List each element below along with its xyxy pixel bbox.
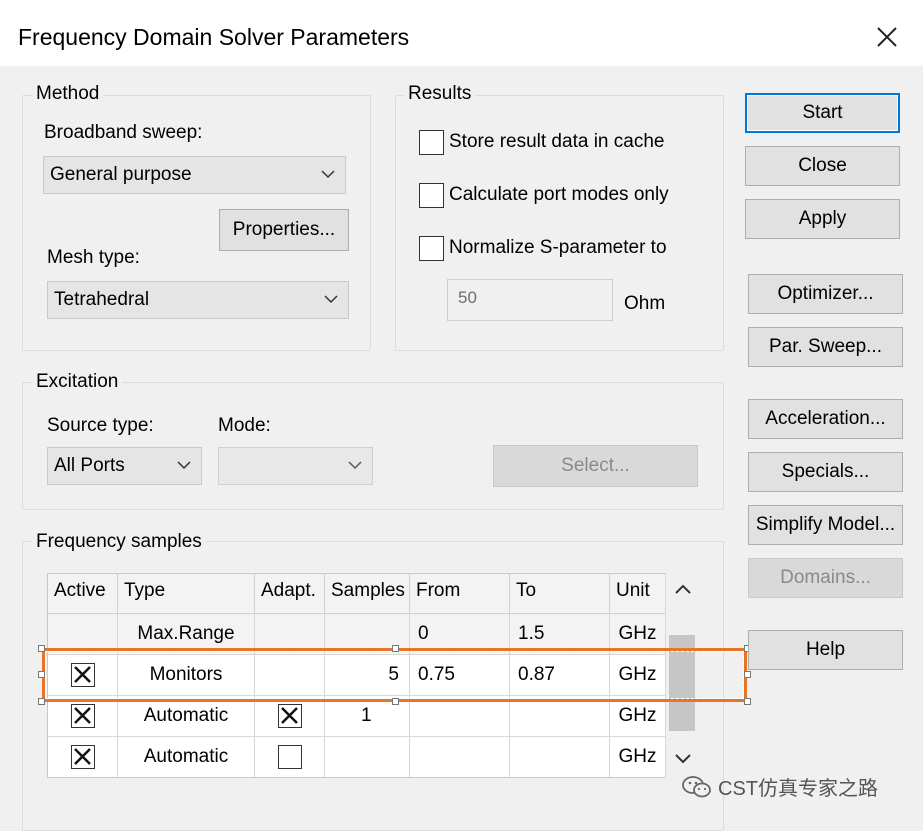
check-x-icon (73, 707, 91, 724)
table-cell-to[interactable]: 0.87 (510, 655, 610, 696)
watermark: CST仿真专家之路 (682, 772, 878, 801)
active-checkbox-checked[interactable] (70, 745, 95, 769)
col-header-unit[interactable]: Unit (610, 574, 666, 614)
col-header-adapt[interactable]: Adapt. (255, 574, 325, 614)
table-cell-to[interactable] (510, 696, 610, 737)
selection-handle (38, 671, 45, 678)
table-cell-unit[interactable]: GHz (610, 655, 666, 696)
optimizer-button[interactable]: Optimizer... (748, 274, 903, 314)
window-title: Frequency Domain Solver Parameters (18, 24, 410, 50)
col-header-active[interactable]: Active (48, 574, 118, 614)
active-checkbox-checked[interactable] (70, 663, 95, 687)
check-x-icon (73, 748, 91, 765)
help-button[interactable]: Help (748, 630, 903, 670)
broadband-sweep-label: Broadband sweep: (44, 122, 203, 143)
selection-handle (392, 645, 399, 652)
store-cache-checkbox[interactable] (419, 130, 444, 155)
chevron-down-icon (321, 170, 335, 179)
selection-handle (744, 671, 751, 678)
par-sweep-button[interactable]: Par. Sweep... (748, 327, 903, 367)
mode-label: Mode: (218, 415, 271, 436)
broadband-sweep-value: General purpose (50, 164, 192, 185)
table-cell-to: 1.5 (510, 614, 610, 655)
scroll-thumb[interactable] (669, 635, 695, 731)
table-cell-from[interactable] (410, 696, 510, 737)
normalize-checkbox[interactable] (419, 236, 444, 261)
chevron-down-icon (348, 461, 362, 470)
mesh-type-value: Tetrahedral (54, 289, 150, 310)
specials-button[interactable]: Specials... (748, 452, 903, 492)
table-cell-active[interactable] (48, 737, 118, 777)
results-group-label: Results (404, 83, 476, 105)
adapt-checkbox-unchecked[interactable] (277, 745, 302, 769)
table-cell-active[interactable] (48, 696, 118, 737)
table-cell-adapt[interactable] (255, 696, 325, 737)
chevron-down-icon (177, 461, 191, 470)
check-x-icon (280, 707, 298, 724)
table-cell-from[interactable] (410, 737, 510, 777)
table-cell-unit[interactable]: GHz (610, 696, 666, 737)
mode-select[interactable] (218, 447, 373, 485)
table-cell-samples[interactable]: 5 (325, 655, 410, 696)
table-cell-unit: GHz (610, 614, 666, 655)
apply-button[interactable]: Apply (745, 199, 900, 239)
method-group-label: Method (32, 83, 104, 105)
col-header-type[interactable]: Type (118, 574, 255, 614)
table-cell-unit[interactable]: GHz (610, 737, 666, 777)
start-button[interactable]: Start (745, 93, 900, 133)
selection-handle (392, 698, 399, 705)
watermark-text: CST仿真专家之路 (718, 778, 878, 800)
col-header-to[interactable]: To (510, 574, 610, 614)
table-cell-type[interactable]: Monitors (118, 655, 255, 696)
active-checkbox-checked[interactable] (70, 704, 95, 728)
table-cell-from[interactable]: 0.75 (410, 655, 510, 696)
table-cell-type[interactable]: Automatic (118, 696, 255, 737)
source-type-label: Source type: (47, 415, 154, 436)
table-cell-adapt[interactable] (255, 737, 325, 777)
ohm-unit-label: Ohm (624, 293, 666, 314)
scroll-down-icon[interactable] (674, 753, 692, 765)
domains-button[interactable]: Domains... (748, 558, 903, 598)
check-x-icon (73, 666, 91, 683)
acceleration-button[interactable]: Acceleration... (748, 399, 903, 439)
col-header-from[interactable]: From (410, 574, 510, 614)
table-cell-to[interactable] (510, 737, 610, 777)
frequency-samples-label: Frequency samples (32, 531, 206, 553)
scroll-up-icon[interactable] (674, 583, 692, 595)
table-cell-adapt[interactable] (255, 655, 325, 696)
store-cache-label: Store result data in cache (449, 131, 665, 152)
selection-handle (38, 645, 45, 652)
wechat-icon (682, 775, 711, 797)
title-bar: Frequency Domain Solver Parameters (0, 0, 923, 66)
table-cell-type[interactable]: Automatic (118, 737, 255, 777)
normalize-impedance-input[interactable]: 50 (447, 279, 613, 321)
chevron-down-icon (324, 295, 338, 304)
normalize-label: Normalize S-parameter to (449, 237, 667, 258)
table-cell-active[interactable] (48, 655, 118, 696)
table-cell-samples[interactable] (325, 737, 410, 777)
col-header-samples[interactable]: Samples (325, 574, 410, 614)
simplify-model-button[interactable]: Simplify Model... (748, 505, 903, 545)
adapt-checkbox-checked[interactable] (277, 704, 302, 728)
selection-handle (38, 698, 45, 705)
selection-handle (744, 698, 751, 705)
properties-button[interactable]: Properties... (219, 209, 349, 251)
close-icon[interactable] (870, 20, 904, 54)
excitation-group-label: Excitation (32, 371, 123, 393)
mesh-type-label: Mesh type: (47, 247, 140, 268)
source-type-value: All Ports (54, 455, 125, 476)
port-modes-label: Calculate port modes only (449, 184, 669, 205)
mesh-type-select[interactable]: Tetrahedral (47, 281, 349, 319)
table-cell-adapt (255, 614, 325, 655)
close-button[interactable]: Close (745, 146, 900, 186)
table-scrollbar[interactable] (665, 573, 698, 778)
table-cell-from: 0 (410, 614, 510, 655)
port-modes-checkbox[interactable] (419, 183, 444, 208)
table-cell-type: Max.Range (118, 614, 255, 655)
frequency-samples-table: Active Type Adapt. Samples From To Unit … (47, 573, 698, 778)
table-cell-active (48, 614, 118, 655)
broadband-sweep-select[interactable]: General purpose (43, 156, 346, 194)
select-button[interactable]: Select... (493, 445, 698, 487)
source-type-select[interactable]: All Ports (47, 447, 202, 485)
